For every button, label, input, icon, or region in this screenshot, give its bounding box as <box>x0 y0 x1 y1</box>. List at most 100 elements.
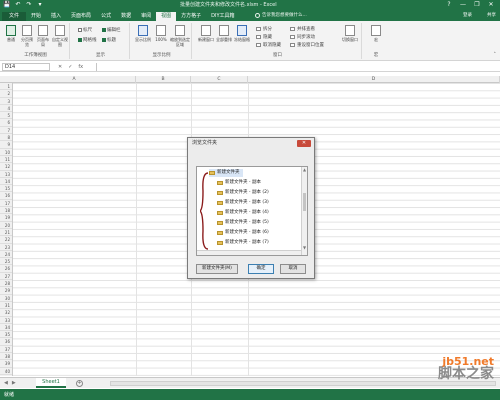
normal-view-button[interactable]: 普通 <box>4 25 18 42</box>
restore-button[interactable]: ❐ <box>470 0 484 10</box>
new-folder-button[interactable]: 新建文件夹(M) <box>196 264 238 274</box>
next-sheet-icon[interactable]: ▶ <box>12 380 16 386</box>
headings-checkbox[interactable]: 标题 <box>102 37 116 43</box>
switch-windows-button[interactable]: 切换窗口 <box>340 25 360 42</box>
tree-item-root[interactable]: 新建文件夹 <box>209 169 243 177</box>
row-header[interactable]: 22 <box>0 236 12 244</box>
row-header[interactable]: 40 <box>0 368 12 375</box>
hide-button[interactable]: 隐藏 <box>256 34 272 40</box>
tab-formulas[interactable]: 公式 <box>96 12 116 21</box>
row-header[interactable]: 6 <box>0 119 12 127</box>
sign-in-link[interactable]: 登录 <box>463 12 472 18</box>
column-header-b[interactable]: B <box>136 76 191 83</box>
column-header-d[interactable]: D <box>248 76 500 83</box>
gridlines-checkbox[interactable]: 网格线 <box>78 37 97 43</box>
page-layout-view-button[interactable]: 页面布局 <box>36 25 50 47</box>
scroll-down-arrow-icon[interactable]: ▼ <box>302 245 307 250</box>
share-button[interactable]: 共享 <box>487 12 496 18</box>
minimize-button[interactable]: — <box>456 0 470 10</box>
unhide-button[interactable]: 取消隐藏 <box>256 42 281 48</box>
tree-vertical-scrollbar[interactable]: ▲ ▼ <box>301 167 307 255</box>
row-header[interactable]: 20 <box>0 222 12 229</box>
undo-icon[interactable]: ↶ <box>14 1 22 9</box>
row-header[interactable]: 18 <box>0 207 12 215</box>
row-header[interactable]: 28 <box>0 280 12 288</box>
collapse-ribbon-icon[interactable]: ˄ <box>494 52 497 58</box>
tab-page-layout[interactable]: 页面布局 <box>66 12 96 21</box>
row-header[interactable]: 17 <box>0 200 12 208</box>
name-box[interactable]: D14 <box>2 63 50 71</box>
formula-bar-checkbox[interactable]: 编辑栏 <box>102 27 121 33</box>
close-button[interactable]: ✕ <box>484 0 498 10</box>
cancel-entry-icon[interactable]: ✕ <box>58 63 62 71</box>
tab-review[interactable]: 审阅 <box>136 12 156 21</box>
row-header[interactable]: 2 <box>0 90 12 98</box>
row-header[interactable]: 4 <box>0 105 12 113</box>
reset-window-button[interactable]: 重设窗口位置 <box>290 42 324 48</box>
save-icon[interactable]: 💾 <box>3 1 11 9</box>
tab-file[interactable]: 文件 <box>2 12 27 21</box>
zoom-100-button[interactable]: 100% <box>154 25 168 42</box>
row-header[interactable]: 8 <box>0 134 12 142</box>
tree-item[interactable]: 新建文件夹 - 副本 (3) <box>217 199 269 207</box>
row-header[interactable]: 38 <box>0 353 12 361</box>
tab-home[interactable]: 开始 <box>26 12 46 21</box>
sync-scroll-button[interactable]: 同步滚动 <box>290 34 315 40</box>
tab-ffcell[interactable]: 方方格子 <box>176 12 206 21</box>
row-header[interactable]: 16 <box>0 192 12 200</box>
tab-view[interactable]: 视图 <box>156 12 177 21</box>
tree-item[interactable]: 新建文件夹 - 副本 (5) <box>217 219 269 227</box>
row-header[interactable]: 12 <box>0 163 12 171</box>
row-header[interactable]: 26 <box>0 265 12 273</box>
split-button[interactable]: 拆分 <box>256 26 272 32</box>
row-header[interactable]: 11 <box>0 156 12 164</box>
help-button[interactable]: ? <box>442 0 456 10</box>
sheet-tab-sheet1[interactable]: Sheet1 <box>36 378 66 388</box>
add-sheet-icon[interactable]: + <box>76 380 83 387</box>
tree-item[interactable]: 新建文件夹 - 副本 (4) <box>217 209 269 217</box>
tab-diy-toolbox[interactable]: DIY工具箱 <box>206 12 239 21</box>
redo-icon[interactable]: ↷ <box>25 1 33 9</box>
insert-function-icon[interactable]: fx <box>78 63 83 71</box>
page-break-preview-button[interactable]: 分页预览 <box>20 25 34 47</box>
cancel-button[interactable]: 取消 <box>280 264 306 274</box>
row-header[interactable]: 14 <box>0 178 12 186</box>
row-header[interactable]: 39 <box>0 360 12 368</box>
ok-button[interactable]: 确定 <box>248 264 274 274</box>
column-header-a[interactable]: A <box>13 76 136 83</box>
tell-me-box[interactable]: 告诉我您想要做什么... <box>255 12 307 18</box>
tab-data[interactable]: 数据 <box>116 12 136 21</box>
prev-sheet-icon[interactable]: ◀ <box>4 380 8 386</box>
formula-input[interactable] <box>96 63 494 71</box>
row-header[interactable]: 35 <box>0 331 12 339</box>
tree-item[interactable]: 新建文件夹 - 副本 (7) <box>217 239 269 247</box>
column-header-c[interactable]: C <box>191 76 248 83</box>
row-header[interactable]: 21 <box>0 229 12 237</box>
view-side-by-side-button[interactable]: 并排查看 <box>290 26 315 32</box>
customize-qat-icon[interactable]: ▾ <box>36 1 44 9</box>
row-header[interactable]: 5 <box>0 112 12 120</box>
tree-item[interactable]: 新建文件夹 - 副本 (6) <box>217 229 269 237</box>
zoom-to-selection-button[interactable]: 缩放到选定区域 <box>170 25 190 47</box>
row-header[interactable]: 15 <box>0 185 12 193</box>
custom-views-button[interactable]: 自定义视图 <box>52 25 68 47</box>
row-header[interactable]: 19 <box>0 214 12 222</box>
dialog-close-button[interactable]: ✕ <box>297 140 311 147</box>
row-header[interactable]: 1 <box>0 83 12 91</box>
row-header[interactable]: 33 <box>0 317 12 324</box>
row-header[interactable]: 10 <box>0 149 12 156</box>
arrange-all-button[interactable]: 全部重排 <box>216 25 232 42</box>
macros-button[interactable]: 宏 <box>368 25 384 42</box>
row-header[interactable]: 27 <box>0 273 12 281</box>
confirm-entry-icon[interactable]: ✓ <box>68 63 72 71</box>
folder-tree[interactable]: 新建文件夹 新建文件夹 - 副本 新建文件夹 - 副本 (2) 新建文件夹 - … <box>196 166 308 256</box>
tab-insert[interactable]: 插入 <box>46 12 66 21</box>
new-window-button[interactable]: 新建窗口 <box>198 25 214 42</box>
tree-item[interactable]: 新建文件夹 - 副本 (2) <box>217 189 269 197</box>
row-header[interactable]: 9 <box>0 141 12 149</box>
scroll-up-arrow-icon[interactable]: ▲ <box>302 167 307 172</box>
row-header[interactable]: 36 <box>0 338 12 346</box>
row-header[interactable]: 31 <box>0 302 12 310</box>
row-header[interactable]: 7 <box>0 127 12 135</box>
row-header[interactable]: 37 <box>0 346 12 353</box>
